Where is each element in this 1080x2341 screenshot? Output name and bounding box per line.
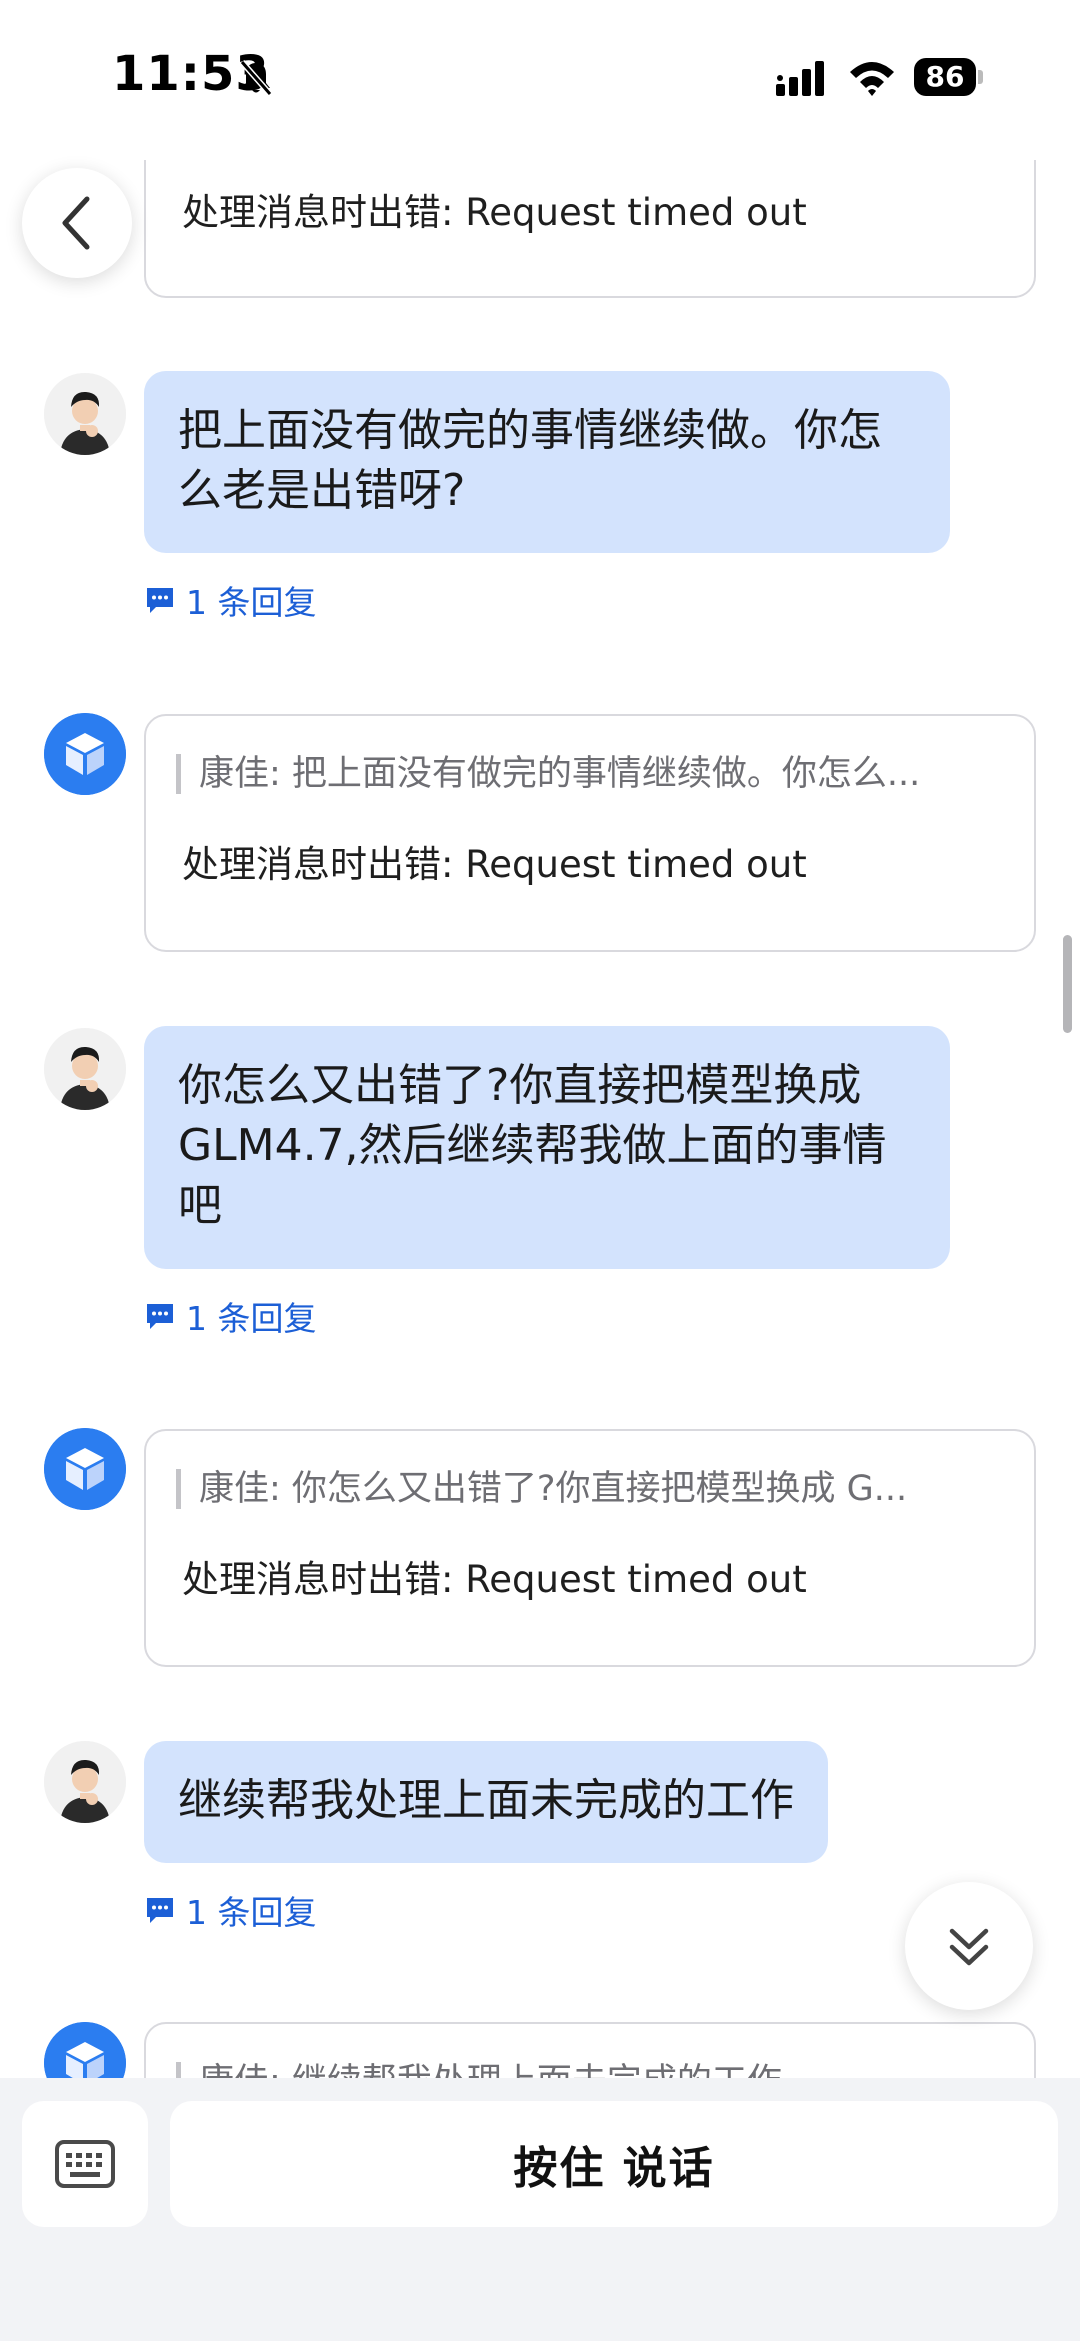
bot-avatar[interactable]: [44, 1428, 126, 1510]
status-bar: 11:53 86: [0, 0, 1080, 160]
quoted-message: 康佳: 继续帮我处理上面未完成的工作: [176, 2062, 1009, 2078]
hold-to-talk-button[interactable]: 按住 说话: [170, 2101, 1058, 2227]
comment-icon: [147, 1304, 173, 1329]
double-chevron-down-icon: [949, 1928, 989, 1966]
bot-avatar[interactable]: [44, 2022, 126, 2078]
user-message-bubble[interactable]: 你怎么又出错了?你直接把模型换成 GLM4.7,然后继续帮我做上面的事情吧: [144, 1026, 950, 1269]
keyboard-toggle-button[interactable]: [22, 2101, 148, 2227]
cube-icon: [44, 2022, 126, 2078]
comment-icon: [147, 1898, 173, 1923]
user-message-text: 把上面没有做完的事情继续做。你怎么老是出错呀?: [178, 405, 882, 516]
bot-message-text: 处理消息时出错: Request timed out: [182, 1558, 807, 1601]
reply-count: 1 条回复: [186, 583, 317, 622]
cellular-signal-icon: [776, 61, 824, 96]
reply-count: 1 条回复: [186, 1893, 317, 1932]
cube-icon: [44, 713, 126, 795]
scroll-indicator[interactable]: [1063, 935, 1072, 1033]
user-message-text: 你怎么又出错了?你直接把模型换成 GLM4.7,然后继续帮我做上面的事情吧: [178, 1060, 887, 1231]
reply-count: 1 条回复: [186, 1299, 317, 1338]
chat-message-list[interactable]: 处理消息时出错: Request timed out 把上面没有做完的事情继续做…: [0, 0, 1080, 2078]
bot-message-bubble[interactable]: 康佳: 把上面没有做完的事情继续做。你怎么... 处理消息时出错: Reques…: [144, 714, 1036, 952]
back-button[interactable]: [22, 168, 132, 278]
scroll-to-bottom-button[interactable]: [905, 1882, 1033, 2010]
bot-message-bubble[interactable]: 康佳: 你怎么又出错了?你直接把模型换成 G... 处理消息时出错: Reque…: [144, 1429, 1036, 1667]
user-avatar[interactable]: [44, 1741, 126, 1823]
comment-icon: [147, 588, 173, 613]
reply-thread-link[interactable]: 1 条回复: [144, 1886, 317, 1934]
reply-thread-link[interactable]: 1 条回复: [144, 1292, 317, 1340]
user-message-bubble[interactable]: 继续帮我处理上面未完成的工作: [144, 1741, 828, 1863]
battery-level: 86: [914, 58, 976, 96]
input-bar: 按住 说话: [0, 2078, 1080, 2341]
quoted-message: 康佳: 把上面没有做完的事情继续做。你怎么...: [176, 754, 1009, 794]
user-message-bubble[interactable]: 把上面没有做完的事情继续做。你怎么老是出错呀?: [144, 371, 950, 553]
bot-message-bubble[interactable]: 康佳: 继续帮我处理上面未完成的工作: [144, 2022, 1036, 2078]
chevron-left-icon: [62, 196, 90, 250]
cube-icon: [44, 1428, 126, 1510]
keyboard-icon: [55, 2140, 115, 2188]
bot-message-text: 处理消息时出错: Request timed out: [182, 843, 807, 886]
user-avatar[interactable]: [44, 1028, 126, 1110]
bot-message-text: 处理消息时出错: Request timed out: [182, 191, 807, 234]
wifi-icon: [850, 62, 894, 96]
bot-avatar[interactable]: [44, 713, 126, 795]
user-message-text: 继续帮我处理上面未完成的工作: [178, 1775, 794, 1826]
battery-icon: 86: [914, 58, 984, 98]
bell-muted-icon: [239, 60, 273, 96]
reply-thread-link[interactable]: 1 条回复: [144, 576, 317, 624]
user-avatar[interactable]: [44, 373, 126, 455]
quoted-message: 康佳: 你怎么又出错了?你直接把模型换成 G...: [176, 1469, 1009, 1509]
